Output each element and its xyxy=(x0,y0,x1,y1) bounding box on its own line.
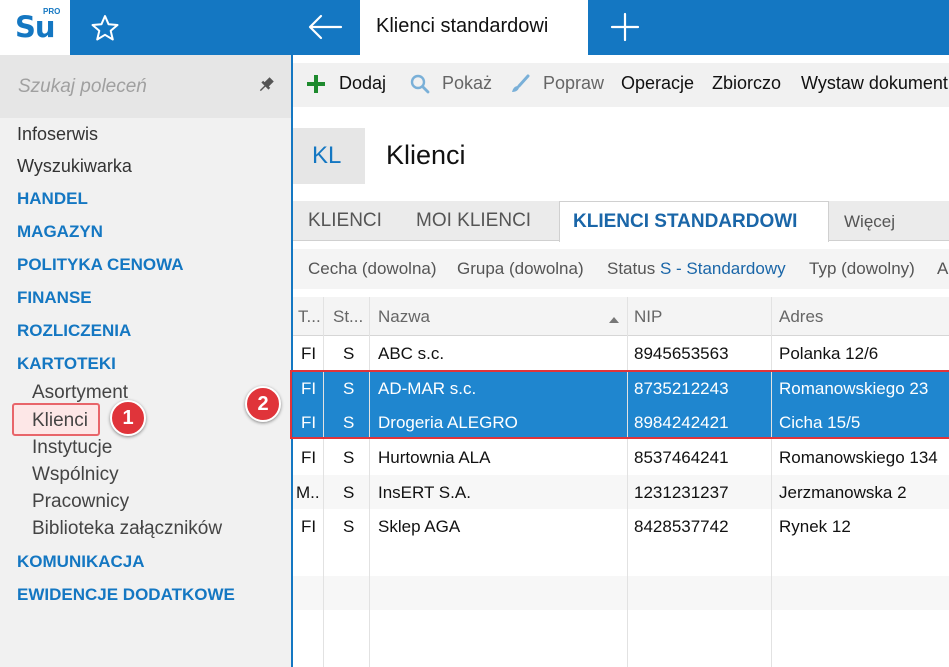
sidebar-item-infoserwis[interactable]: Infoserwis xyxy=(17,124,98,145)
back-arrow-icon[interactable] xyxy=(305,10,345,44)
cell-type: FI xyxy=(301,448,317,467)
cell-type: M.. xyxy=(296,483,320,502)
grid-header: T... St... Nazwa NIP Adres xyxy=(293,297,949,336)
favorites-star-icon[interactable] xyxy=(88,12,122,44)
filter-group[interactable]: Grupa (dowolna) xyxy=(457,259,584,279)
module-badge: KL xyxy=(293,128,365,184)
sidebar-cat-finanse[interactable]: FINANSE xyxy=(17,288,92,308)
add-plus-icon[interactable] xyxy=(305,73,327,95)
sidebar-item-klienci[interactable]: Klienci xyxy=(32,410,88,432)
column-separator xyxy=(771,297,772,667)
edit-button[interactable]: Popraw xyxy=(543,73,604,94)
filter-type[interactable]: Typ (dowolny) xyxy=(809,259,915,279)
sidebar-item-wspolnicy[interactable]: Wspólnicy xyxy=(32,464,119,486)
cell-status: S xyxy=(343,483,355,502)
filter-feature[interactable]: Cecha (dowolna) xyxy=(308,259,437,279)
cell-name: Sklep AGA xyxy=(378,517,461,536)
sidebar-item-asortyment[interactable]: Asortyment xyxy=(32,382,128,404)
app-logo[interactable]: Su PRO xyxy=(0,0,70,55)
window-tab-label: Klienci standardowi xyxy=(376,15,549,37)
cell-status: S xyxy=(343,517,355,536)
callout-badge-2: 2 xyxy=(245,386,281,422)
sidebar-cat-magazyn[interactable]: MAGAZYN xyxy=(17,222,103,242)
top-bar: Su PRO Klienci standardowi xyxy=(0,0,949,55)
sidebar-cat-ewidencje-dodatkowe[interactable]: EWIDENCJE DODATKOWE xyxy=(17,585,235,605)
col-header-address[interactable]: Adres xyxy=(779,307,823,327)
filter-status-label: Status xyxy=(607,259,656,278)
cell-address: Jerzmanowska 2 xyxy=(779,483,907,502)
tab-klienci-standardowi-label: KLIENCI STANDARDOWI xyxy=(573,211,798,232)
tab-more[interactable]: Więcej xyxy=(844,212,895,232)
window-tab-active[interactable]: Klienci standardowi xyxy=(360,0,588,55)
sidebar-item-instytucje[interactable]: Instytucje xyxy=(32,437,112,459)
table-row[interactable]: M.. S InsERT S.A. 1231231237 Jerzmanowsk… xyxy=(293,475,949,509)
table-row[interactable]: FI S ABC s.c. 8945653563 Polanka 12/6 xyxy=(293,336,949,370)
sidebar-cat-polityka-cenowa[interactable]: POLITYKA CENOWA xyxy=(17,255,184,275)
callout-badge-1: 1 xyxy=(110,400,146,436)
cell-nip: 8945653563 xyxy=(634,344,729,363)
cell-name: Hurtownia ALA xyxy=(378,448,491,467)
col-header-nip[interactable]: NIP xyxy=(634,307,662,327)
cell-nip: 8537464241 xyxy=(634,448,729,467)
tab-klienci[interactable]: KLIENCI xyxy=(308,210,382,232)
add-button[interactable]: Dodaj xyxy=(339,73,386,94)
column-separator xyxy=(627,297,628,667)
sidebar-item-pracownicy[interactable]: Pracownicy xyxy=(32,491,129,513)
cell-address: Romanowskiego 134 xyxy=(779,448,938,467)
tab-moi-klienci[interactable]: MOI KLIENCI xyxy=(416,210,531,232)
cell-name: ABC s.c. xyxy=(378,344,445,363)
cell-status: S xyxy=(343,448,355,467)
brush-icon[interactable] xyxy=(509,73,531,95)
column-separator xyxy=(369,297,370,667)
view-tabs: KLIENCI MOI KLIENCI KLIENCI STANDARDOWI … xyxy=(293,201,949,242)
logo-sup: PRO xyxy=(43,7,61,16)
sidebar-item-wyszukiwarka[interactable]: Wyszukiwarka xyxy=(17,156,132,177)
sidebar-cat-rozliczenia[interactable]: ROZLICZENIA xyxy=(17,321,131,341)
tab-klienci-standardowi[interactable]: KLIENCI STANDARDOWI xyxy=(559,201,829,242)
cell-status: S xyxy=(343,344,355,363)
operations-button[interactable]: Operacje xyxy=(621,73,694,94)
command-search-input[interactable] xyxy=(18,73,248,101)
cell-type: FI xyxy=(301,517,317,536)
table-row[interactable]: FI S Hurtownia ALA 8537464241 Romanowski… xyxy=(293,440,949,474)
sidebar-cat-kartoteki[interactable]: KARTOTEKI xyxy=(17,354,116,374)
action-toolbar: Dodaj Pokaż Popraw Operacje Zbiorczo Wys… xyxy=(293,63,949,107)
cell-address: Rynek 12 xyxy=(779,517,851,536)
filter-bar: Cecha (dowolna) Grupa (dowolna) Status S… xyxy=(293,249,949,289)
table-row[interactable]: FI S Sklep AGA 8428537742 Rynek 12 xyxy=(293,509,949,543)
issue-document-button[interactable]: Wystaw dokument xyxy=(801,73,948,94)
cell-type: FI xyxy=(301,344,317,363)
show-button[interactable]: Pokaż xyxy=(442,73,492,94)
bulk-button[interactable]: Zbiorczo xyxy=(712,73,781,94)
sidebar-cat-handel[interactable]: HANDEL xyxy=(17,189,88,209)
search-icon[interactable] xyxy=(409,73,431,95)
command-search xyxy=(0,55,291,118)
filter-truncated[interactable]: A xyxy=(937,259,948,279)
sort-ascending-icon[interactable] xyxy=(608,311,620,329)
pin-icon[interactable] xyxy=(256,75,276,95)
module-badge-text: KL xyxy=(312,142,342,169)
new-tab-plus-icon[interactable] xyxy=(608,10,642,44)
filter-status[interactable]: Status S - Standardowy xyxy=(607,259,786,279)
cell-nip: 1231231237 xyxy=(634,483,729,502)
sidebar-cat-komunikacja[interactable]: KOMUNIKACJA xyxy=(17,552,145,572)
col-header-status[interactable]: St... xyxy=(333,307,363,327)
col-header-name[interactable]: Nazwa xyxy=(378,307,430,327)
selection-callout-frame xyxy=(290,370,949,439)
cell-name: InsERT S.A. xyxy=(378,483,471,502)
col-header-type[interactable]: T... xyxy=(298,307,321,327)
filter-status-value: S - Standardowy xyxy=(659,259,786,278)
cell-nip: 8428537742 xyxy=(634,517,729,536)
page-title: Klienci xyxy=(386,140,466,170)
empty-row xyxy=(293,576,949,610)
column-separator xyxy=(323,297,324,667)
sidebar-item-biblioteka-zalacznikow[interactable]: Biblioteka załączników xyxy=(32,518,222,540)
cell-address: Polanka 12/6 xyxy=(779,344,879,363)
